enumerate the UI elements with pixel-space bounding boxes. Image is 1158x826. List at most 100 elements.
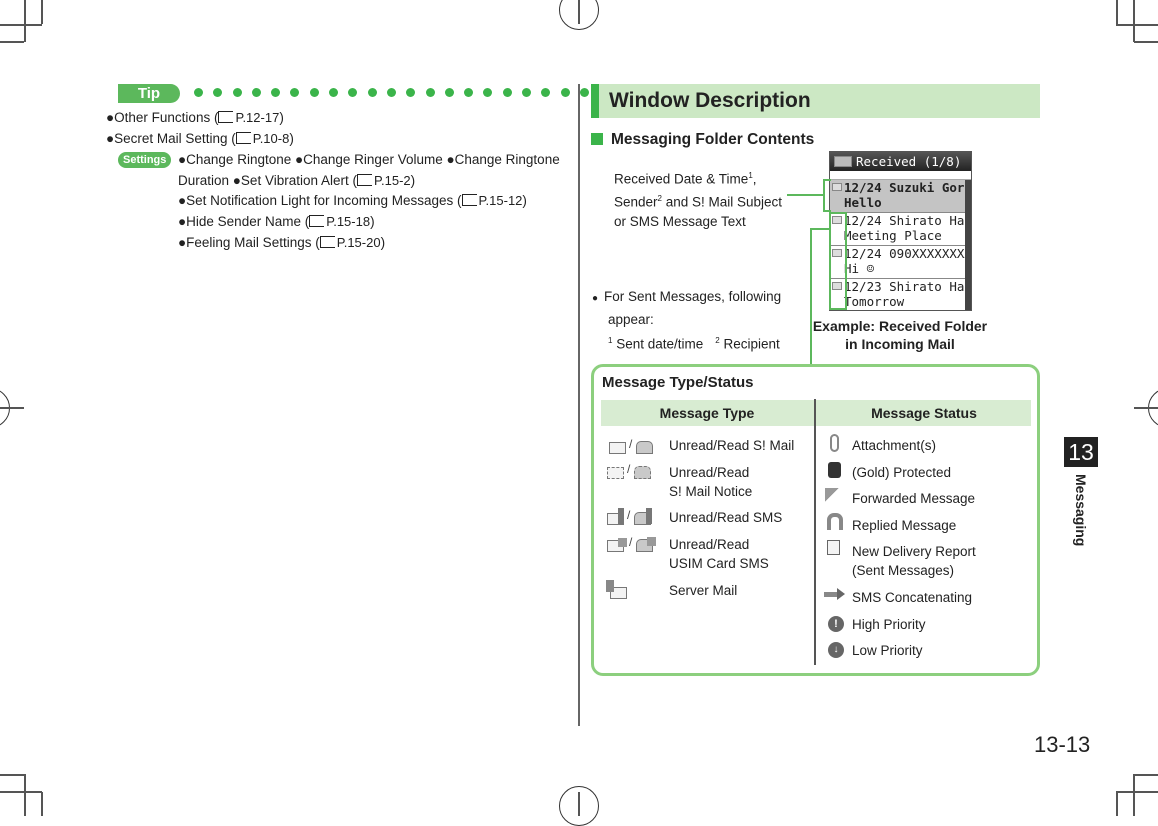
phone-title-bar: Received (1/8) xyxy=(830,152,971,171)
tip-badge: Tip xyxy=(118,84,180,103)
unread-smail-icon xyxy=(609,442,626,454)
callout-bracket xyxy=(823,179,825,212)
phone-screen: Received (1/8) 12/24 Suzuki Gor Hello 12/… xyxy=(829,151,972,311)
crop-mark xyxy=(24,0,26,42)
column-header-status: Message Status xyxy=(871,405,977,421)
crop-mark xyxy=(578,0,580,24)
attachment-icon xyxy=(830,434,839,452)
replied-icon xyxy=(827,513,843,530)
crop-mark xyxy=(578,792,580,816)
tip-item: ●Secret Mail Setting (P.10-8) xyxy=(106,131,294,146)
tip-header: Tip xyxy=(110,84,589,104)
dot-separator xyxy=(194,88,589,97)
crop-mark xyxy=(41,792,43,816)
status-label: Attachment(s) xyxy=(852,438,937,453)
status-label: Replied Message xyxy=(852,518,957,533)
settings-line: Duration ●Set Vibration Alert (P.15-2) xyxy=(178,173,416,188)
chapter-label: Messaging xyxy=(1073,474,1089,547)
crop-mark xyxy=(1134,407,1158,409)
settings-line: ●Hide Sender Name (P.15-18) xyxy=(178,214,375,229)
tip-item: ●Other Functions (P.12-17) xyxy=(106,110,284,125)
crop-mark xyxy=(0,774,24,776)
scrollbar[interactable] xyxy=(965,180,971,310)
section-accent-bar xyxy=(591,84,599,118)
status-label: New Delivery Report (Sent Messages) xyxy=(852,544,976,578)
crop-mark xyxy=(1133,0,1135,42)
forwarded-icon xyxy=(825,488,845,502)
type-label: Unread/Read SMS xyxy=(669,510,783,525)
crop-mark xyxy=(0,407,24,409)
crop-mark xyxy=(1134,41,1158,43)
status-label: Low Priority xyxy=(852,643,923,658)
page-ref-link[interactable]: P.15-18 xyxy=(326,214,370,229)
page-ref-icon xyxy=(309,215,325,227)
type-label: Unread/Read S! Mail Notice xyxy=(669,465,753,499)
column-divider xyxy=(814,399,816,665)
column-header-type: Message Type xyxy=(659,405,755,421)
status-label: (Gold) Protected xyxy=(852,465,952,480)
icon-column-highlight xyxy=(829,212,831,310)
crop-mark xyxy=(0,791,42,793)
crop-mark xyxy=(1116,792,1118,816)
section-header: Window Description xyxy=(591,84,1040,118)
icon-column-highlight xyxy=(845,212,847,310)
crop-mark xyxy=(0,41,24,43)
message-type-status-box: Message Type/Status Message Type Message… xyxy=(591,364,1040,676)
mail-icon xyxy=(832,216,842,224)
settings-badge: Settings xyxy=(118,152,172,168)
sent-messages-note: ● For Sent Messages, following appear: 1 … xyxy=(592,289,782,352)
page-ref-link[interactable]: P.12-17 xyxy=(235,110,279,125)
mail-icon xyxy=(832,282,842,290)
delivery-report-icon xyxy=(827,540,840,555)
callout-line xyxy=(787,194,824,196)
crop-mark xyxy=(24,774,26,816)
page-ref-icon xyxy=(235,132,251,144)
page-ref-icon xyxy=(461,194,477,206)
page-number: 13-13 xyxy=(1034,732,1091,757)
callout-bracket xyxy=(823,179,831,181)
crop-mark xyxy=(1133,774,1135,816)
box-title: Message Type/Status xyxy=(602,374,754,391)
mail-icon xyxy=(832,249,842,257)
callout-description: Received Date & Time1, Sender2 and S! Ma… xyxy=(614,171,783,229)
folder-icon xyxy=(834,156,852,167)
mail-list-item[interactable]: 12/23 Shirato Har Tomorrow xyxy=(830,279,971,310)
read-smail-icon xyxy=(636,441,653,454)
protected-icon xyxy=(828,462,841,478)
unread-smail-notice-icon xyxy=(607,467,624,479)
page-ref-icon xyxy=(218,111,234,123)
sms-concatenating-icon xyxy=(824,592,838,597)
mail-list-item[interactable]: 12/24 090XXXXXXXX Hi ☺ xyxy=(830,246,971,279)
settings-line: ●Set Notification Light for Incoming Mes… xyxy=(178,193,527,208)
page-ref-link[interactable]: P.15-2 xyxy=(374,173,411,188)
high-priority-icon: ! xyxy=(828,616,844,632)
figure-caption: Example: Received Folder in Incoming Mai… xyxy=(812,318,988,352)
column-divider xyxy=(578,84,580,726)
type-label: Unread/Read S! Mail xyxy=(669,438,795,453)
subsection-title: Messaging Folder Contents xyxy=(591,131,814,149)
status-label: SMS Concatenating xyxy=(852,590,973,605)
mail-list-item[interactable]: 12/24 Suzuki Gor Hello xyxy=(830,180,971,213)
mail-list-item[interactable]: 12/24 Shirato Har Meeting Place xyxy=(830,213,971,246)
icon-column-highlight xyxy=(829,212,846,214)
mail-icon xyxy=(832,183,842,191)
square-bullet-icon xyxy=(591,133,603,145)
status-label: High Priority xyxy=(852,617,926,632)
page-ref-link[interactable]: P.10-8 xyxy=(253,131,290,146)
crop-mark xyxy=(1116,791,1158,793)
icon-column-highlight xyxy=(829,308,846,310)
table-header: Message Type Message Status xyxy=(601,400,1031,426)
page-ref-link[interactable]: P.15-20 xyxy=(337,235,381,250)
read-smail-notice-icon xyxy=(634,466,651,479)
callout-line xyxy=(810,228,830,230)
page-ref-icon xyxy=(319,236,335,248)
crop-mark xyxy=(41,0,43,24)
crop-mark xyxy=(1116,24,1158,26)
type-label: Unread/Read USIM Card SMS xyxy=(669,537,769,571)
page-ref-link[interactable]: P.15-12 xyxy=(479,193,523,208)
crop-mark xyxy=(1134,774,1158,776)
chapter-number: 13 xyxy=(1064,437,1098,467)
settings-line: ●Change Ringtone ●Change Ringer Volume ●… xyxy=(178,152,560,167)
low-priority-icon: ↓ xyxy=(828,642,844,658)
status-label: Forwarded Message xyxy=(852,491,976,506)
